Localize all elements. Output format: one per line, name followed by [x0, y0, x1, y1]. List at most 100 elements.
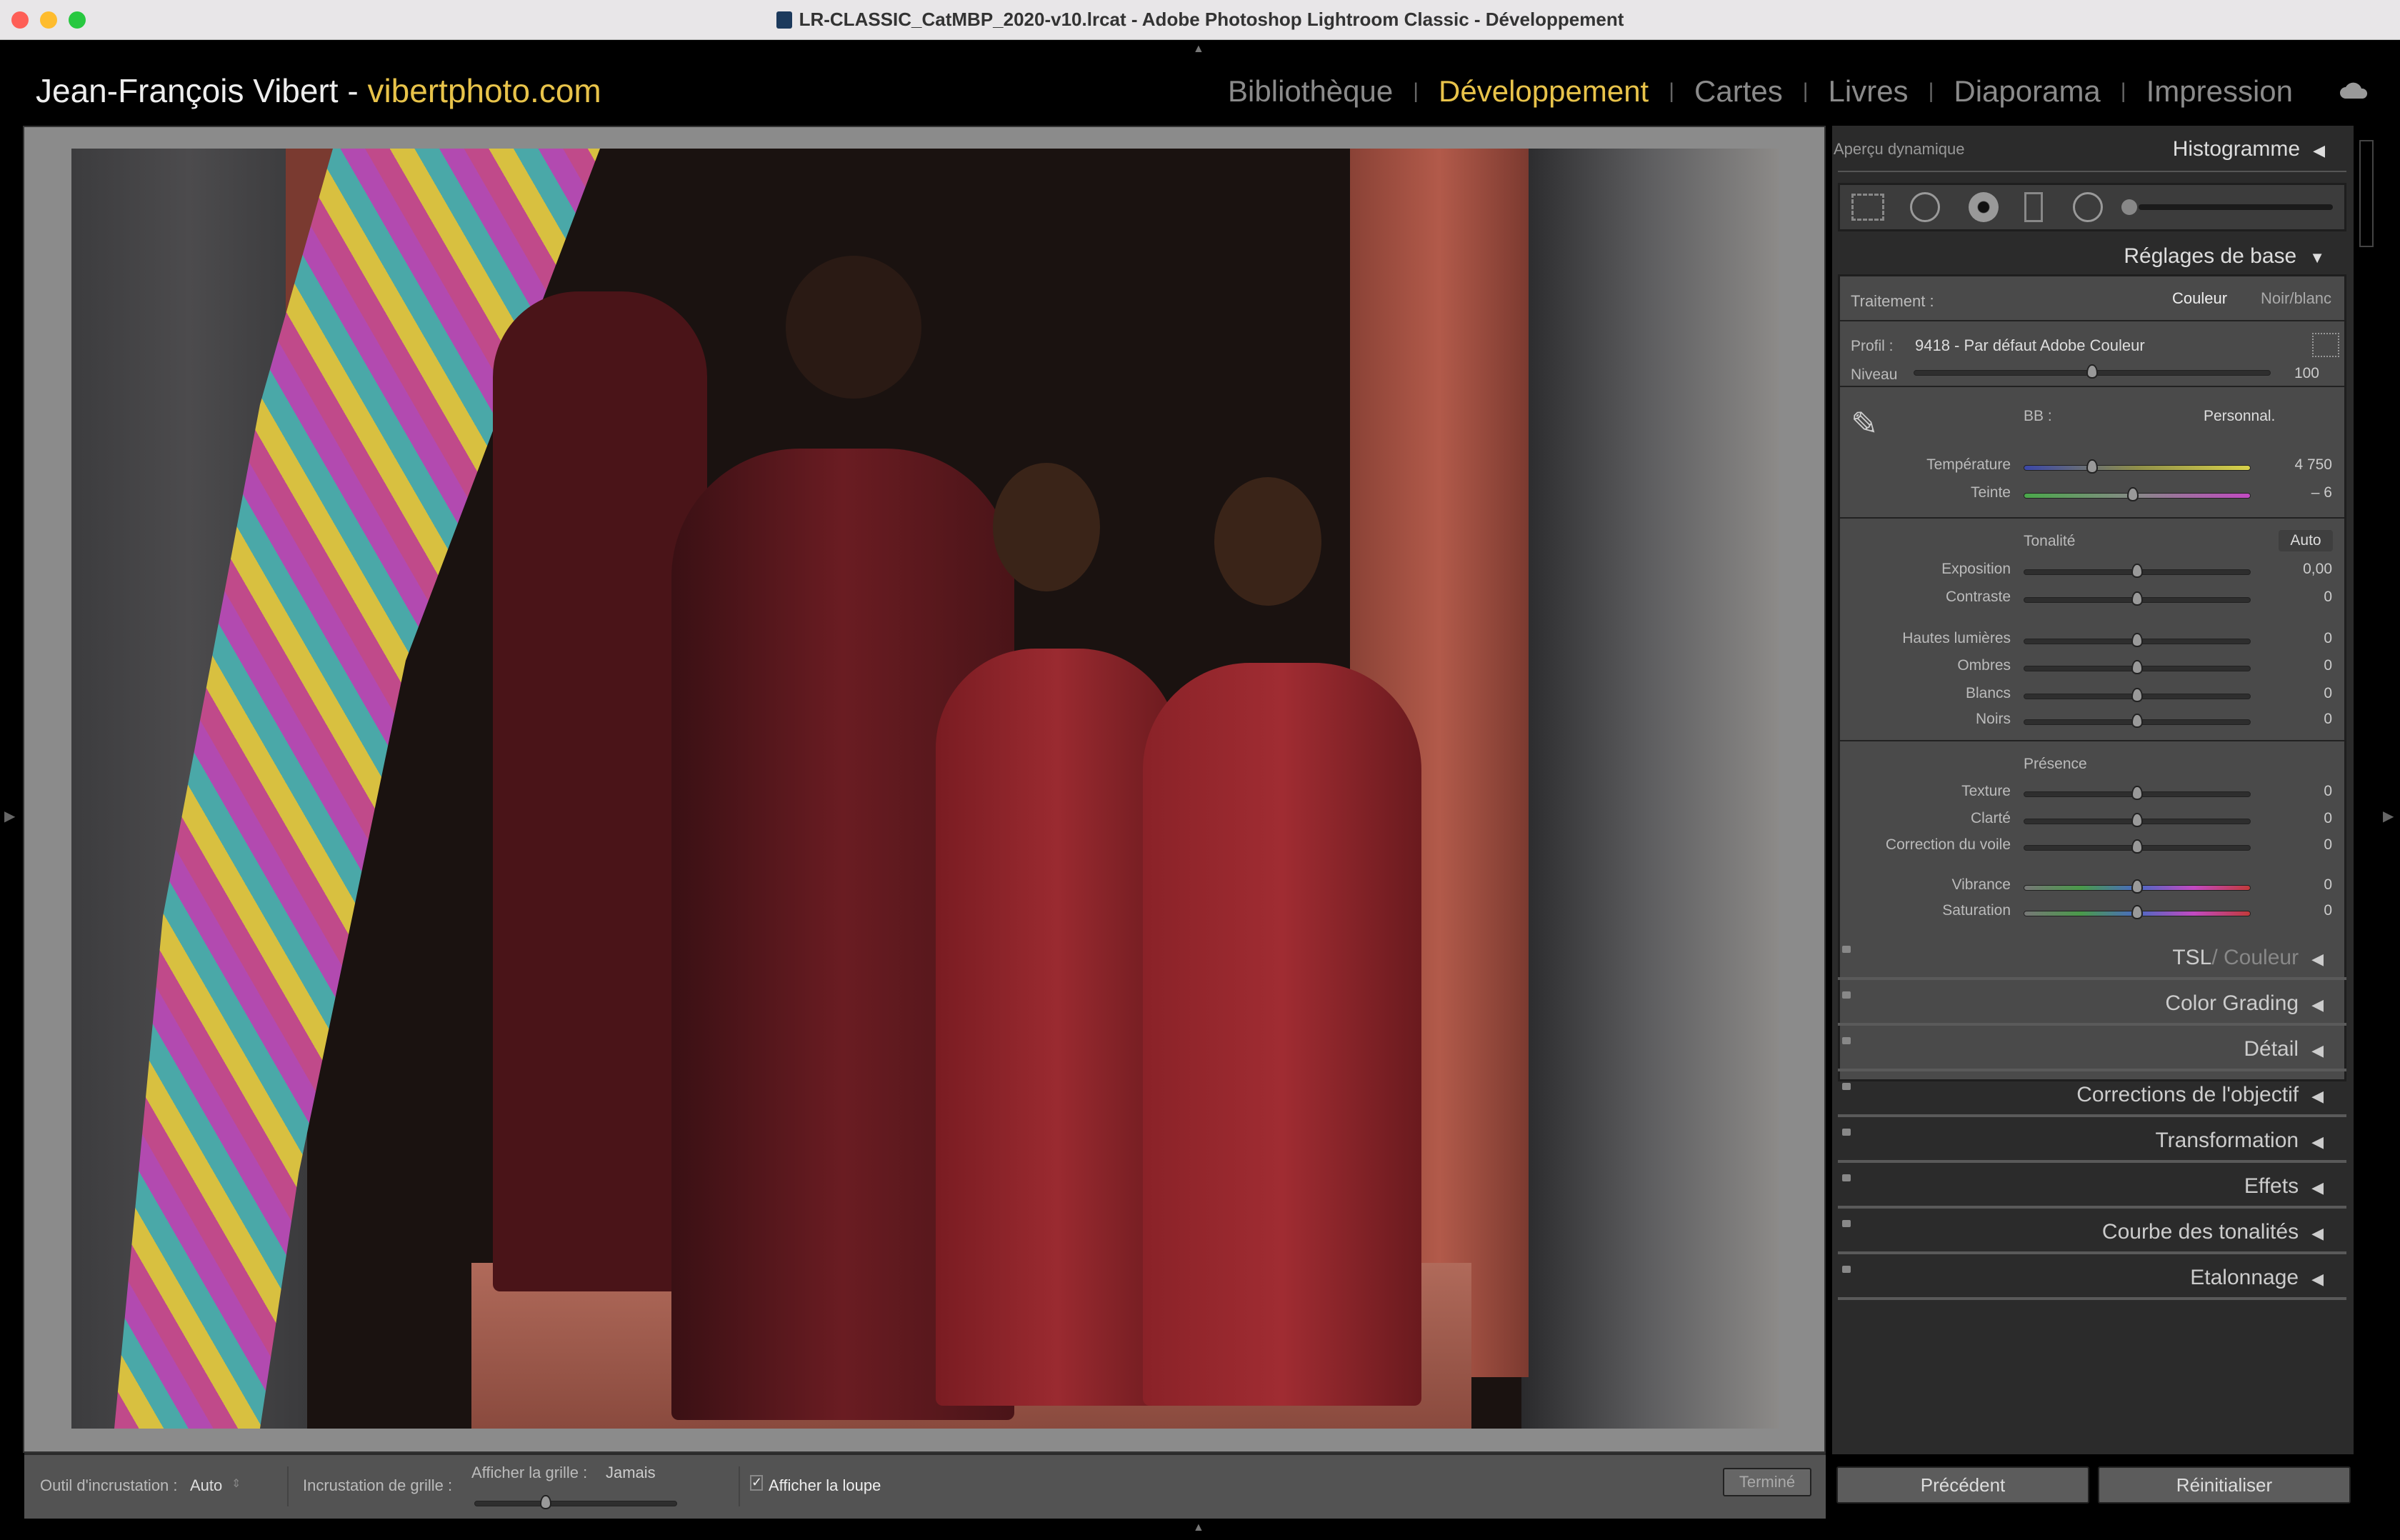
- show-grid-select[interactable]: Jamais: [606, 1464, 656, 1482]
- panel-toggle-switch[interactable]: [1842, 1083, 1851, 1090]
- overlay-tool-select[interactable]: Auto: [190, 1476, 222, 1495]
- left-panel-toggle-icon[interactable]: ▶: [4, 807, 15, 825]
- brush-size-slider[interactable]: [2139, 204, 2333, 210]
- slider-thumb[interactable]: [2127, 487, 2139, 501]
- basic-title: Réglages de base: [2124, 244, 2296, 268]
- correction-du-voile-slider[interactable]: [2024, 845, 2251, 851]
- panel-title: Détail◀: [2244, 1037, 2324, 1061]
- panel-toggle-switch[interactable]: [1842, 991, 1851, 999]
- module-impression[interactable]: Impression: [2146, 74, 2293, 109]
- reset-button[interactable]: Réinitialiser: [2098, 1466, 2351, 1504]
- collapse-arrow-icon: ◀: [2311, 1179, 2324, 1196]
- panel-corrections-de-l-objectif[interactable]: Corrections de l'objectif◀: [1838, 1074, 2346, 1117]
- slider-thumb[interactable]: [2131, 839, 2143, 854]
- graduated-filter-icon[interactable]: [2024, 192, 2043, 222]
- saturation-label: Saturation: [1725, 902, 2011, 919]
- panel-détail[interactable]: Détail◀: [1838, 1029, 2346, 1071]
- brush-icon[interactable]: [2121, 199, 2137, 215]
- panel-toggle-switch[interactable]: [1842, 1037, 1851, 1044]
- panel-scrollbar[interactable]: [2359, 140, 2374, 247]
- hautes-lumières-slider[interactable]: [2024, 639, 2251, 644]
- panel-title-text: Etalonnage: [2190, 1266, 2299, 1289]
- red-eye-icon[interactable]: [1969, 192, 1999, 222]
- slider-thumb[interactable]: [540, 1495, 551, 1509]
- photo-monks-doorway[interactable]: [71, 149, 1779, 1429]
- blancs-slider[interactable]: [2024, 694, 2251, 699]
- saturation-value: 0: [2261, 902, 2332, 919]
- panel-color-grading[interactable]: Color Grading◀: [1838, 983, 2346, 1026]
- slider-thumb[interactable]: [2131, 879, 2143, 894]
- slider-thumb[interactable]: [2131, 905, 2143, 919]
- température-slider[interactable]: [2024, 465, 2251, 471]
- slider-thumb[interactable]: [2131, 688, 2143, 702]
- tone-section-label: Tonalité: [2024, 533, 2075, 550]
- ombres-label: Ombres: [1725, 657, 2011, 674]
- slider-thumb[interactable]: [2086, 459, 2098, 474]
- noirs-label: Noirs: [1725, 711, 2011, 728]
- slider-thumb[interactable]: [2131, 591, 2143, 606]
- amount-slider[interactable]: [1914, 370, 2271, 376]
- module-diaporama[interactable]: Diaporama: [1954, 74, 2100, 109]
- show-grid-label: Afficher la grille :: [471, 1464, 587, 1482]
- panel-toggle-switch[interactable]: [1842, 1266, 1851, 1273]
- slider-thumb[interactable]: [2086, 364, 2098, 379]
- panel-toggle-switch[interactable]: [1842, 946, 1851, 953]
- loupe-checkbox[interactable]: ✓: [750, 1475, 763, 1491]
- clarté-slider[interactable]: [2024, 819, 2251, 824]
- ombres-slider[interactable]: [2024, 666, 2251, 671]
- panel-toggle-switch[interactable]: [1842, 1220, 1851, 1227]
- module-développement[interactable]: Développement: [1439, 74, 1649, 109]
- teinte-slider[interactable]: [2024, 493, 2251, 499]
- done-button[interactable]: Terminé: [1723, 1468, 1811, 1496]
- wb-select[interactable]: Personnal.: [2204, 408, 2275, 425]
- treatment-bw-button[interactable]: Noir/blanc: [2261, 289, 2331, 308]
- profile-select[interactable]: 9418 - Par défaut Adobe Couleur: [1915, 336, 2145, 355]
- auto-tone-button[interactable]: Auto: [2279, 530, 2333, 551]
- toolbar: Outil d'incrustation : Auto ⇕ Incrustati…: [24, 1453, 1826, 1519]
- collapse-arrow-icon: ◀: [2311, 950, 2324, 968]
- profile-browser-icon[interactable]: [2312, 333, 2339, 357]
- noirs-slider[interactable]: [2024, 719, 2251, 725]
- right-panel-toggle-icon[interactable]: ▶: [2383, 807, 2394, 825]
- contraste-label: Contraste: [1725, 589, 2011, 606]
- saturation-slider[interactable]: [2024, 911, 2251, 916]
- slider-thumb[interactable]: [2131, 714, 2143, 728]
- module-bibliothèque[interactable]: Bibliothèque: [1228, 74, 1393, 109]
- eyedropper-icon[interactable]: ✎: [1851, 404, 1894, 450]
- panel-toggle-switch[interactable]: [1842, 1129, 1851, 1136]
- spot-removal-icon[interactable]: [1910, 192, 1940, 222]
- vibrance-value: 0: [2261, 876, 2332, 894]
- monk-head: [1214, 477, 1321, 606]
- histogram-header[interactable]: Histogramme◀: [2173, 137, 2325, 161]
- panel-toggle-top-icon[interactable]: ▲: [1193, 43, 1204, 56]
- panel-title: Corrections de l'objectif◀: [2076, 1083, 2324, 1107]
- basic-header[interactable]: Réglages de base▼: [2124, 244, 2325, 269]
- filmstrip-toggle-icon[interactable]: ▲: [1193, 1521, 1204, 1534]
- panel-transformation[interactable]: Transformation◀: [1838, 1120, 2346, 1163]
- slider-thumb[interactable]: [2131, 633, 2143, 647]
- contraste-slider[interactable]: [2024, 597, 2251, 603]
- panel-tsl[interactable]: TSL/ Couleur◀: [1838, 937, 2346, 980]
- previous-button[interactable]: Précédent: [1836, 1466, 2089, 1504]
- exposition-slider[interactable]: [2024, 569, 2251, 575]
- slider-thumb[interactable]: [2131, 660, 2143, 674]
- slider-thumb[interactable]: [2131, 813, 2143, 827]
- panel-etalonnage[interactable]: Etalonnage◀: [1838, 1257, 2346, 1300]
- cloud-sync-icon[interactable]: [2339, 80, 2370, 101]
- collapse-arrow-icon: ◀: [2313, 141, 2325, 159]
- module-livres[interactable]: Livres: [1829, 74, 1909, 109]
- slider-thumb[interactable]: [2131, 786, 2143, 800]
- vibrance-slider[interactable]: [2024, 885, 2251, 891]
- radial-filter-icon[interactable]: [2073, 192, 2103, 222]
- grid-opacity-slider[interactable]: [474, 1501, 677, 1506]
- panel-effets[interactable]: Effets◀: [1838, 1166, 2346, 1209]
- slider-thumb[interactable]: [2131, 564, 2143, 578]
- panel-toggle-switch[interactable]: [1842, 1174, 1851, 1181]
- catalog-icon: [776, 11, 792, 29]
- crop-tool-icon[interactable]: [1851, 194, 1884, 221]
- texture-slider[interactable]: [2024, 791, 2251, 797]
- panel-courbe-des-tonalités[interactable]: Courbe des tonalités◀: [1838, 1211, 2346, 1254]
- module-cartes[interactable]: Cartes: [1694, 74, 1783, 109]
- treatment-color-button[interactable]: Couleur: [2172, 289, 2227, 308]
- wb-label: BB :: [2024, 408, 2052, 425]
